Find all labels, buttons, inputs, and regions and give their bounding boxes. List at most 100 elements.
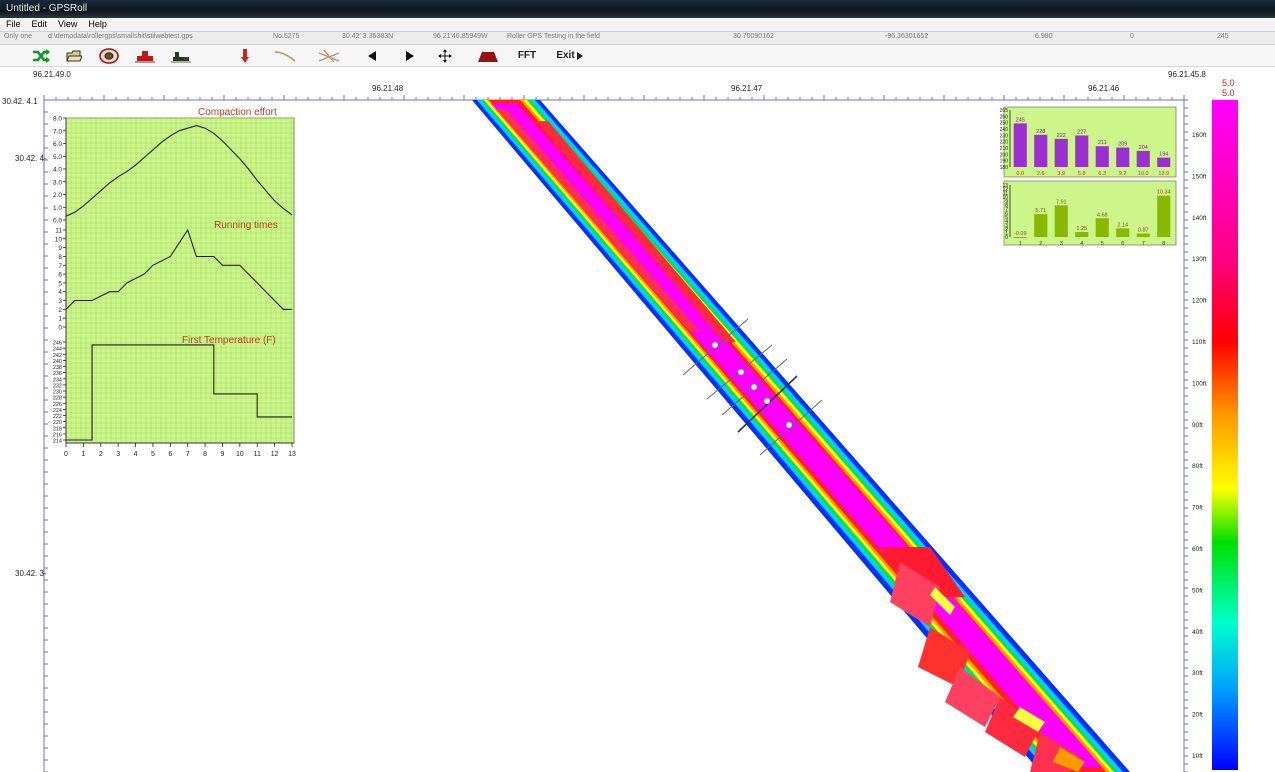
top-right-coord: 96.21.45.8: [1168, 70, 1206, 79]
bar-y-tick-label: 180: [1000, 165, 1009, 171]
status-value-4: 0: [1130, 33, 1134, 40]
bar: [1034, 134, 1048, 167]
bar-value-label: 5.71: [1035, 208, 1046, 214]
chart-y-tick-label: 220: [53, 420, 62, 426]
bar-y-tick-label: 240: [1000, 127, 1009, 133]
bar-value-label: 1.25: [1076, 226, 1087, 232]
pan-arrows-icon: [438, 48, 452, 63]
bar-y-tick-label: 230: [1000, 133, 1009, 139]
roller-drum-button[interactable]: [473, 45, 503, 66]
chart-x-tick-label: 11: [254, 451, 261, 458]
next-button[interactable]: [395, 45, 425, 66]
chart-x-tick-label: 0: [64, 451, 68, 458]
right-axis-label: 150ft: [1192, 173, 1207, 180]
chart-x-tick-label: 4: [134, 451, 138, 458]
right-axis-label: 90ft: [1192, 422, 1203, 429]
bar: [1095, 146, 1109, 167]
record-button[interactable]: [94, 45, 124, 66]
shuffle-icon: [33, 48, 50, 63]
bar-value-label: 228: [1036, 129, 1045, 135]
right-axis-label: 140ft: [1192, 215, 1207, 222]
chart-y-tick-label: 7.0: [53, 128, 62, 135]
bar: [1075, 135, 1089, 167]
chart-y-tick-label: 5.0: [53, 154, 62, 161]
pin-button[interactable]: [230, 45, 260, 66]
chart-x-tick-label: 8: [203, 451, 207, 458]
status-bar: Only one d:\demodata\rollergps\smallshit…: [0, 31, 1275, 45]
chart-y-tick-label: 242: [53, 353, 62, 359]
chart-x-tick-label: 2: [99, 451, 103, 458]
roller-dark-icon: [171, 51, 191, 62]
chart-y-tick-label: 4.0: [53, 167, 62, 174]
bar-y-tick-label: 210: [1000, 146, 1009, 152]
bar-category-label: 5: [1101, 241, 1104, 247]
pin-down-icon: [241, 48, 249, 63]
status-lat: 30.42' 3.35383N: [342, 33, 394, 40]
fft-button[interactable]: FFT: [511, 45, 543, 66]
menu-file[interactable]: File: [0, 18, 26, 31]
chart-y-tick-label: 216: [53, 432, 62, 438]
y-tick-label: 30.42. 3-: [15, 569, 47, 578]
chart-y-tick-label: 230: [53, 390, 62, 396]
chart-panel-bg: [65, 117, 295, 444]
x-tick-label: 96.21.48: [372, 84, 404, 93]
bar-category-label: 8: [1162, 241, 1165, 247]
app-window: Untitled - GPSRoll File Edit View Help Only…: [0, 0, 1275, 772]
chart-y-tick-label: 214: [53, 439, 62, 445]
bar-category-label: 9.2: [1119, 171, 1127, 177]
chart-x-tick-label: 12: [271, 451, 279, 458]
right-bar-charts: 2652602502402302202102001901802450.02282…: [1000, 106, 1177, 247]
left-chart-panel: Compaction effort 8.0 7.0 6.0 5.0 4.0 3.0 2.0 1…: [53, 107, 296, 458]
color-scale-max: 5.0: [1222, 78, 1235, 88]
chart-y-tick-label: 3.0: [53, 179, 62, 186]
cross-lines-button[interactable]: [314, 45, 344, 66]
exit-button[interactable]: Exit: [552, 45, 588, 66]
bar: [1157, 157, 1171, 167]
menu-help[interactable]: Help: [82, 18, 112, 31]
menu-view[interactable]: View: [52, 18, 82, 31]
record-disc-icon: [99, 47, 119, 64]
right-axis-label: 120ft: [1192, 298, 1207, 305]
bar-value-label: 245: [1016, 117, 1025, 123]
color-scale-bar: [1212, 100, 1238, 770]
bar-category-label: 1: [1019, 241, 1022, 247]
bar-value-label: 227: [1077, 129, 1086, 135]
bar-value-label: 204: [1139, 145, 1148, 151]
bar-category-label: 3.9: [1057, 171, 1065, 177]
bar: [1136, 150, 1150, 167]
right-axis-label: 60ft: [1192, 546, 1203, 553]
status-value-1: 30.70090162: [733, 33, 774, 40]
chart-y-tick-label: 226: [53, 402, 62, 408]
chart-y-tick-label: 0.0: [53, 218, 62, 225]
chart-y-tick-label: 246: [53, 341, 62, 347]
window-title: Untitled - GPSRoll: [6, 3, 88, 14]
pan-button[interactable]: [430, 45, 460, 66]
chart-y-tick-label: 1: [58, 316, 62, 323]
roller-drum-icon: [478, 51, 498, 62]
bar-value-label: 10.34: [1157, 190, 1171, 196]
chart-y-tick-label: 234: [53, 377, 62, 383]
roller-red-button[interactable]: [130, 45, 160, 66]
roller-dark-button[interactable]: [166, 45, 196, 66]
color-scale-max-2: 5.0: [1222, 88, 1235, 98]
prev-button[interactable]: [357, 45, 387, 66]
shuffle-button[interactable]: [26, 45, 56, 66]
bar-category-label: 2.6: [1037, 171, 1045, 177]
bar: [1075, 232, 1089, 237]
chart-y-tick-label: 232: [53, 383, 62, 389]
bar: [1116, 228, 1130, 237]
menu-edit[interactable]: Edit: [26, 18, 53, 31]
bar-category-label: 7: [1142, 241, 1145, 247]
bar: [1136, 233, 1150, 237]
status-value-3: 6.980: [1035, 33, 1053, 40]
right-axis-label: 110ft: [1192, 339, 1206, 346]
open-button[interactable]: [59, 45, 89, 66]
curve-button[interactable]: [270, 45, 300, 66]
chart-y-tick-label: 244: [53, 347, 62, 353]
chart-x-tick-label: 7: [186, 451, 190, 458]
chart-y-tick-label: 222: [53, 414, 62, 420]
chart-x-tick-label: 9: [221, 451, 225, 458]
bar-chart-1-bg: [1003, 106, 1177, 178]
map-view[interactable]: 96.21.49.0 96.21.45.8 30.42. 4.1 96.21.4…: [0, 67, 1275, 772]
status-value-2: -96.36301652: [885, 33, 929, 40]
